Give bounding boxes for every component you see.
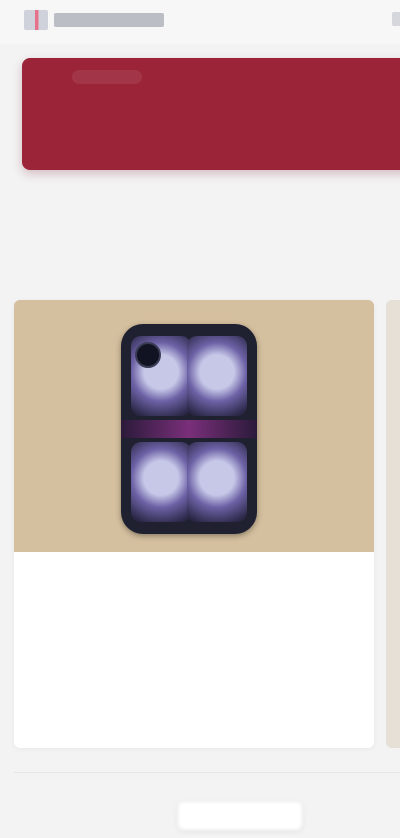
brand-logo[interactable] — [24, 8, 184, 32]
case-pattern-tile — [187, 336, 247, 416]
menu-icon[interactable] — [392, 12, 400, 26]
page-title — [80, 206, 400, 214]
footer-button[interactable] — [178, 802, 302, 830]
page — [0, 0, 400, 838]
next-product-card[interactable] — [386, 300, 400, 748]
case-pattern-tile — [131, 442, 191, 522]
divider — [14, 772, 400, 773]
brand-logo-text — [54, 13, 164, 27]
banner-text — [72, 70, 142, 84]
case-center-band — [121, 420, 257, 438]
top-header — [0, 0, 400, 44]
camera-cutout — [135, 342, 161, 368]
promo-banner[interactable] — [22, 58, 400, 170]
case-pattern-tile — [187, 442, 247, 522]
phone-case-image — [121, 324, 257, 534]
product-info — [38, 588, 358, 606]
product-image[interactable] — [14, 300, 374, 552]
brand-logo-icon — [24, 10, 48, 30]
product-card[interactable] — [14, 300, 374, 748]
